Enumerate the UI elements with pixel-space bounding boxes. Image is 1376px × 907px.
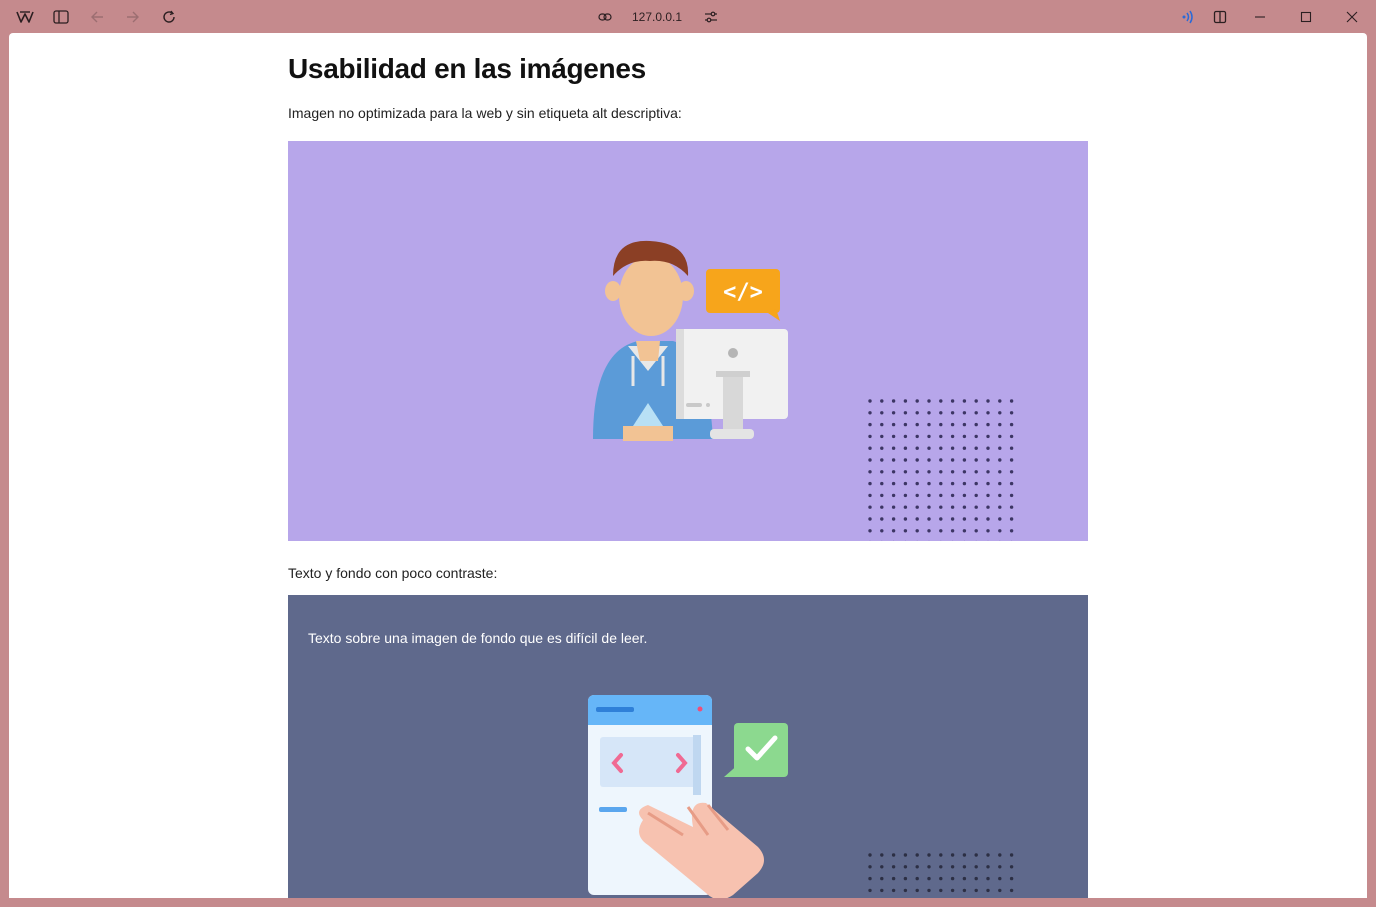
developer-illustration: </> <box>288 141 1088 541</box>
reload-icon[interactable] <box>158 6 180 28</box>
arrow-right-icon[interactable] <box>122 6 144 28</box>
browser-titlebar: 127.0.0.1 <box>0 0 1376 33</box>
address-bar[interactable]: 127.0.0.1 <box>598 7 718 27</box>
touch-interface-illustration: Texto sobre una imagen de fondo que es d… <box>288 595 1088 898</box>
broadcast-icon[interactable] <box>1175 6 1201 28</box>
maximize-icon[interactable] <box>1293 6 1319 28</box>
close-icon[interactable] <box>1339 6 1365 28</box>
image2-caption: Texto y fondo con poco contraste: <box>288 565 498 581</box>
sidebar-toggle-icon[interactable] <box>50 6 72 28</box>
split-view-icon[interactable] <box>1207 6 1233 28</box>
page-viewport: Usabilidad en las imágenes Imagen no opt… <box>9 33 1367 898</box>
svg-text:</>: </> <box>723 280 763 305</box>
minimize-icon[interactable] <box>1247 6 1273 28</box>
image1-caption: Imagen no optimizada para la web y sin e… <box>288 105 682 121</box>
browser-logo-icon[interactable] <box>14 6 36 28</box>
link-icon <box>598 12 612 22</box>
tune-icon[interactable] <box>704 11 718 23</box>
url-text[interactable]: 127.0.0.1 <box>632 10 682 24</box>
low-contrast-overlay-text: Texto sobre una imagen de fondo que es d… <box>308 630 648 646</box>
page-title: Usabilidad en las imágenes <box>288 53 646 84</box>
arrow-left-icon[interactable] <box>86 6 108 28</box>
